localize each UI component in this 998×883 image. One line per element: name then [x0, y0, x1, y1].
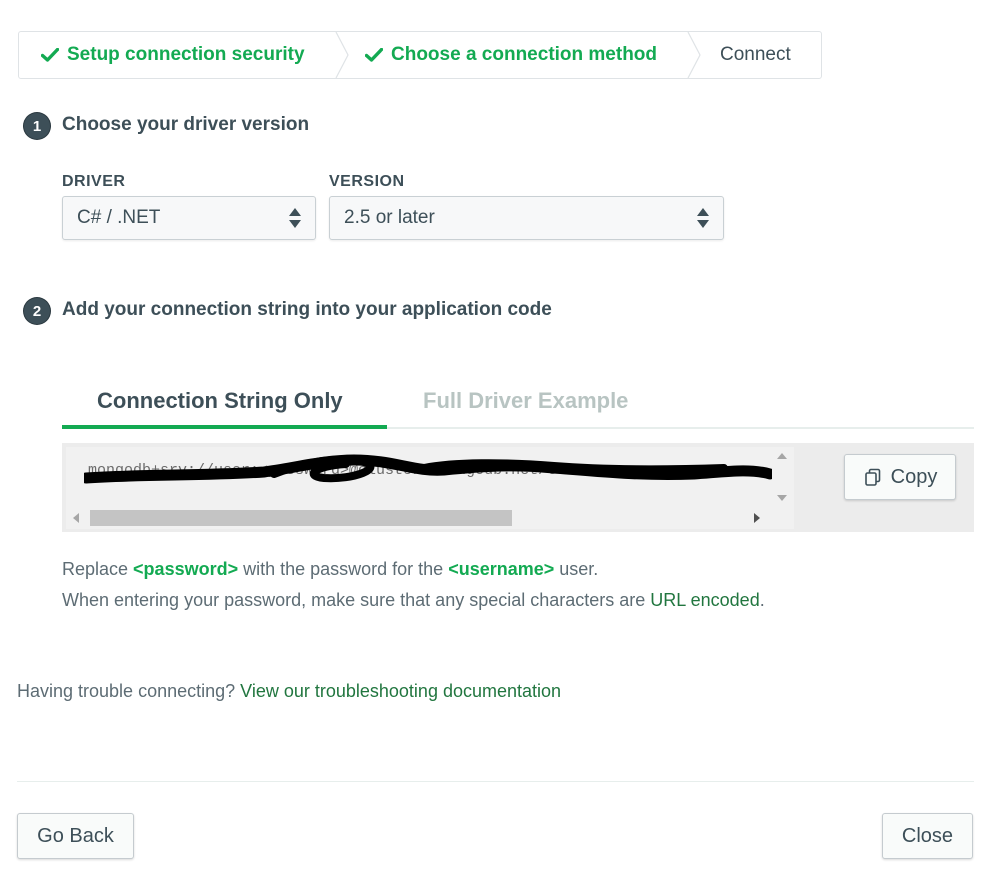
driver-label: DRIVER	[62, 173, 126, 190]
step-separator-icon	[687, 32, 701, 78]
step-label: Setup connection security	[67, 44, 305, 65]
driver-select-value: C# / .NET	[77, 207, 161, 228]
tab-full-driver-example[interactable]: Full Driver Example	[423, 388, 628, 414]
scroll-up-icon[interactable]	[777, 453, 787, 459]
help-text: user.	[554, 559, 599, 579]
driver-select[interactable]: C# / .NET	[62, 196, 316, 240]
version-select[interactable]: 2.5 or later	[329, 196, 724, 240]
section-title-connection-string: Add your connection string into your app…	[62, 299, 552, 320]
url-encoding-help-text: When entering your password, make sure t…	[62, 590, 765, 611]
step-setup-connection-security[interactable]: Setup connection security	[41, 32, 305, 78]
step-separator-icon	[335, 32, 349, 78]
help-text: Replace	[62, 559, 134, 579]
version-select-value: 2.5 or later	[344, 207, 435, 228]
redaction-scribble	[84, 454, 776, 484]
tab-connection-string-only[interactable]: Connection String Only	[97, 388, 343, 414]
step-choose-connection-method[interactable]: Choose a connection method	[365, 32, 657, 78]
checkmark-icon	[365, 48, 383, 62]
scrollbar-thumb[interactable]	[90, 510, 512, 526]
troubleshooting-documentation-link[interactable]: View our troubleshooting documentation	[240, 681, 561, 701]
version-label: VERSION	[329, 173, 405, 190]
active-tab-indicator	[62, 425, 387, 429]
password-placeholder-tag: <password>	[133, 559, 239, 579]
copy-icon	[863, 467, 883, 487]
vertical-scrollbar[interactable]	[772, 447, 794, 507]
copy-button[interactable]: Copy	[844, 454, 956, 500]
troubleshooting-text: Having trouble connecting? View our trou…	[17, 681, 561, 702]
checkmark-icon	[41, 48, 59, 62]
scroll-right-icon[interactable]	[754, 513, 760, 523]
username-placeholder-tag: <username>	[448, 559, 555, 579]
connection-wizard-steps: Setup connection security Choose a conne…	[18, 31, 822, 79]
horizontal-scrollbar[interactable]	[66, 507, 794, 529]
select-arrows-icon	[697, 207, 709, 229]
help-text: .	[759, 590, 765, 610]
step-number-badge: 2	[24, 298, 50, 324]
help-text: Having trouble connecting?	[17, 681, 241, 701]
select-arrows-icon	[289, 207, 301, 229]
help-text: with the password for the	[238, 559, 449, 579]
go-back-button[interactable]: Go Back	[17, 813, 134, 859]
step-label: Choose a connection method	[391, 44, 658, 65]
close-button[interactable]: Close	[882, 813, 973, 859]
step-connect[interactable]: Connect	[720, 32, 791, 78]
step-label: Connect	[720, 44, 791, 65]
password-help-text: Replace <password> with the password for…	[62, 559, 598, 580]
help-text: When entering your password, make sure t…	[62, 590, 651, 610]
url-encoded-link[interactable]: URL encoded	[650, 590, 759, 610]
scroll-down-icon[interactable]	[777, 495, 787, 501]
scroll-left-icon[interactable]	[73, 513, 79, 523]
footer-divider	[17, 781, 974, 782]
copy-button-label: Copy	[890, 465, 938, 488]
section-title-driver-version: Choose your driver version	[62, 114, 310, 135]
step-number-badge: 1	[24, 113, 50, 139]
